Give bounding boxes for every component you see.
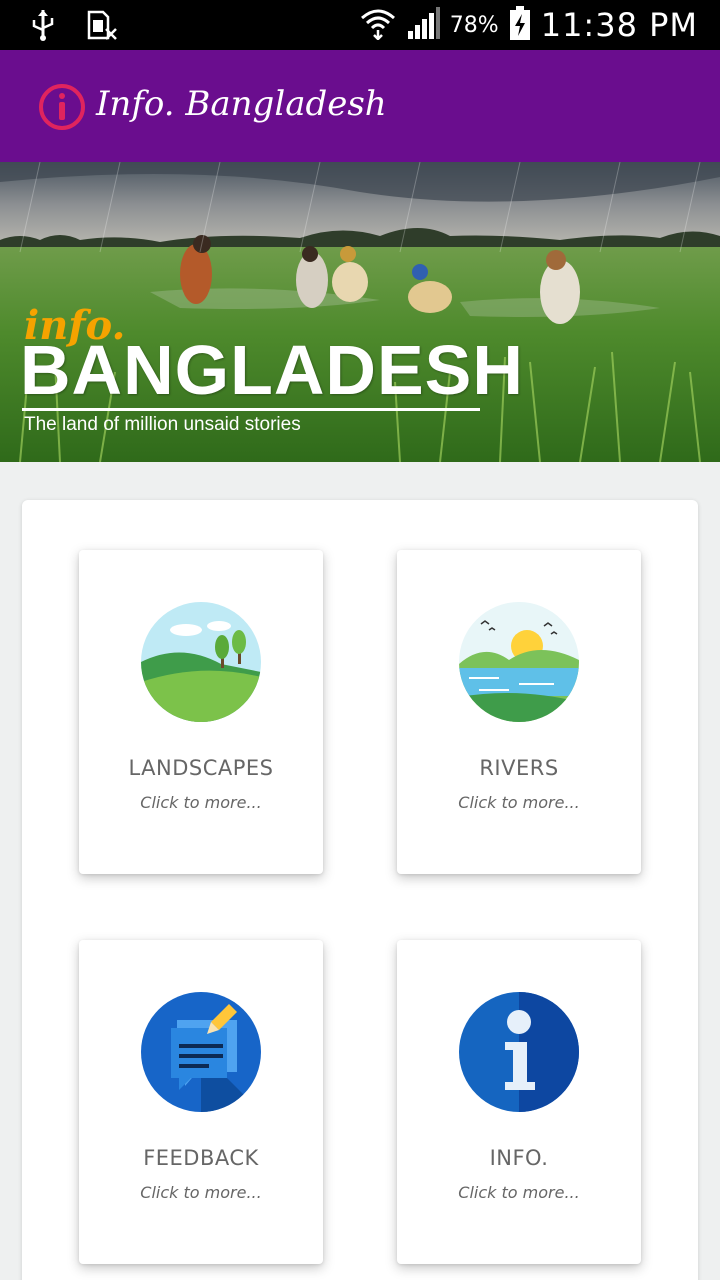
tile-subtitle: Click to more...	[140, 793, 262, 812]
menu-card: LANDSCAPES Click to more... RIVERS Click…	[22, 500, 698, 1280]
app-bar: Info. Bangladesh	[0, 50, 720, 162]
battery-percent: 78%	[449, 12, 499, 38]
info-tile[interactable]: INFO. Click to more...	[397, 940, 641, 1264]
signal-icon	[406, 7, 440, 43]
info-icon	[459, 992, 579, 1112]
landscapes-tile[interactable]: LANDSCAPES Click to more...	[79, 550, 323, 874]
wifi-icon	[360, 6, 396, 44]
landscape-icon	[141, 602, 261, 722]
river-icon	[459, 602, 579, 722]
status-clock: 11:38 PM	[540, 6, 698, 44]
tile-subtitle: Click to more...	[140, 1183, 262, 1202]
feedback-icon	[141, 992, 261, 1112]
tile-title: FEEDBACK	[143, 1146, 259, 1170]
app-title: Info. Bangladesh	[96, 84, 387, 124]
tile-title: LANDSCAPES	[128, 756, 274, 780]
banner-tagline: The land of million unsaid stories	[24, 414, 301, 435]
tile-title: RIVERS	[479, 756, 559, 780]
feedback-tile[interactable]: FEEDBACK Click to more...	[79, 940, 323, 1264]
banner-divider	[22, 408, 480, 411]
info-circle-icon	[38, 83, 86, 131]
usb-icon	[30, 8, 56, 46]
status-bar: 78% 11:38 PM	[0, 0, 720, 50]
banner-title: BANGLADESH	[20, 331, 524, 409]
sim-off-icon	[86, 9, 118, 45]
tile-subtitle: Click to more...	[458, 1183, 580, 1202]
tile-title: INFO.	[489, 1146, 549, 1170]
hero-banner: info. BANGLADESH The land of million uns…	[0, 162, 720, 462]
battery-charging-icon	[509, 6, 531, 44]
rivers-tile[interactable]: RIVERS Click to more...	[397, 550, 641, 874]
tile-subtitle: Click to more...	[458, 793, 580, 812]
